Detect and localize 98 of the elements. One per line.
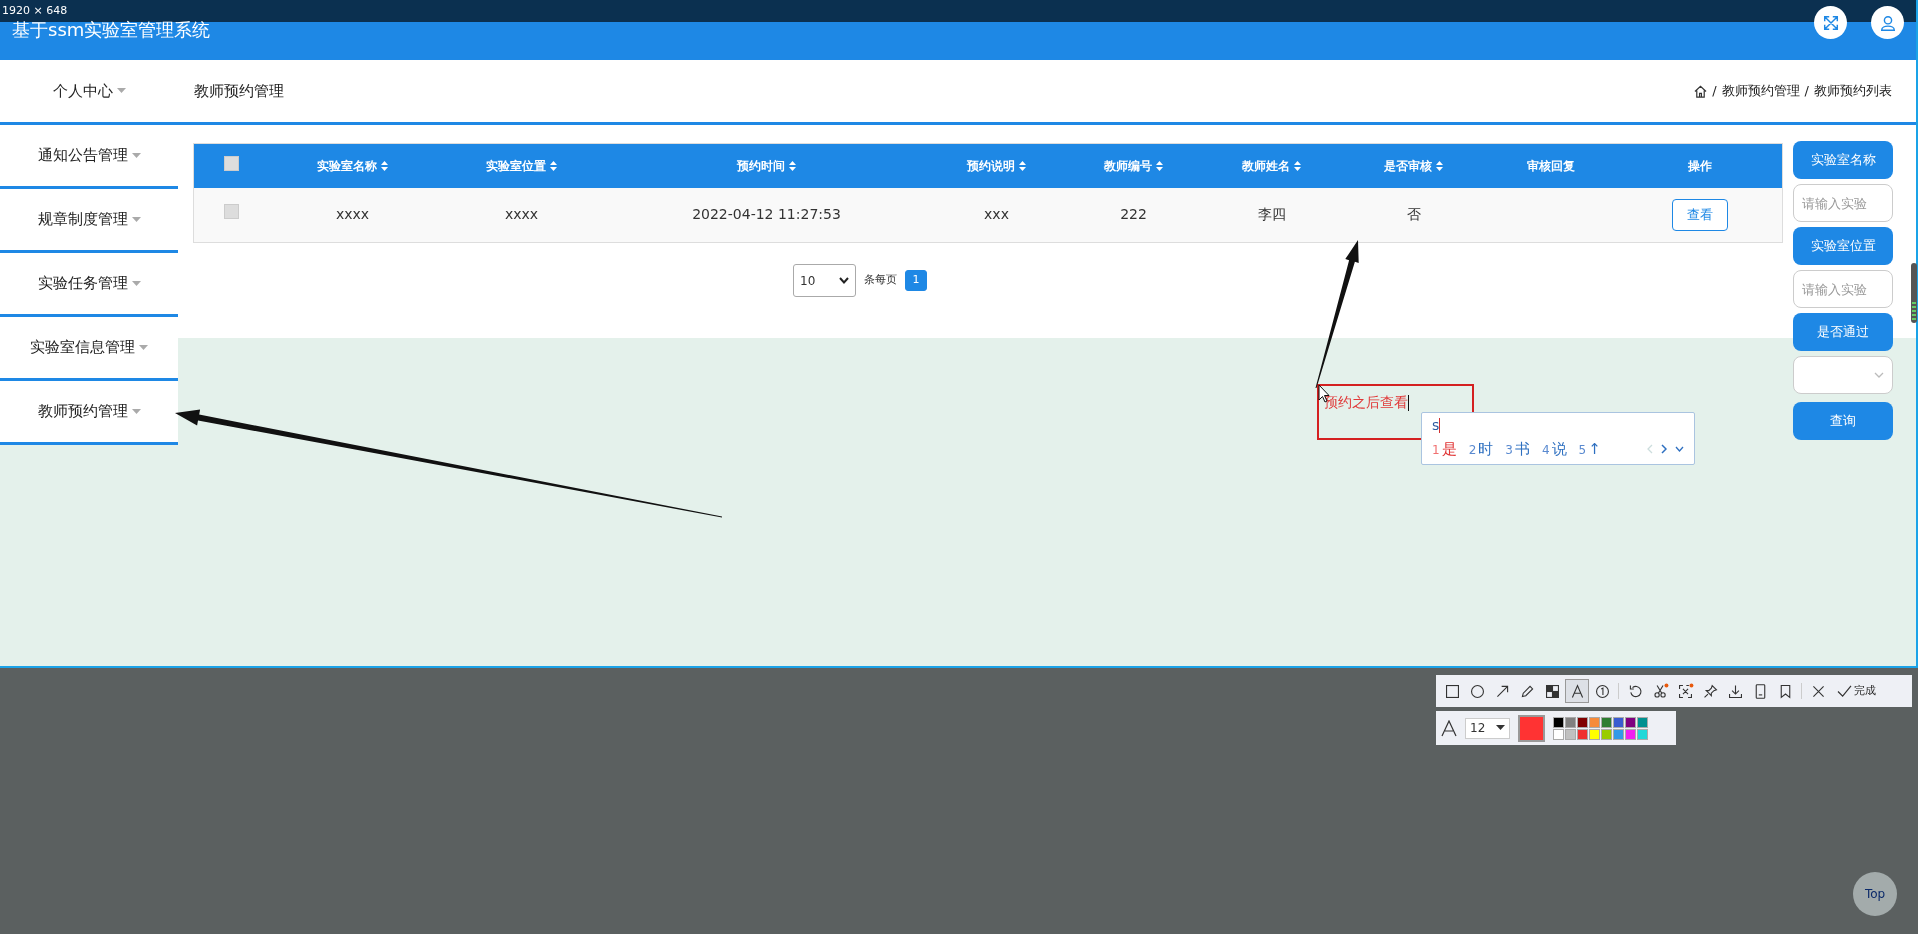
- sort-icon[interactable]: [1294, 160, 1301, 171]
- color-swatch[interactable]: [1577, 716, 1588, 728]
- breadcrumb-separator: /: [1712, 82, 1717, 101]
- tool-button[interactable]: [1565, 679, 1589, 703]
- caret-icon: [1496, 725, 1505, 731]
- column-header[interactable]: 实验室名称: [317, 156, 377, 175]
- text-cursor: [1408, 394, 1409, 411]
- color-swatch[interactable]: [1625, 716, 1636, 728]
- sort-icon[interactable]: [550, 160, 557, 171]
- column-header[interactable]: 预约说明: [967, 156, 1015, 175]
- filter-label-button[interactable]: 是否通过: [1793, 313, 1893, 351]
- chevron-down-icon: [839, 277, 849, 284]
- scissors-icon: [1651, 682, 1669, 700]
- column-header[interactable]: 实验室位置: [486, 156, 546, 175]
- checkbox[interactable]: [224, 204, 240, 220]
- font-size-dropdown[interactable]: 12: [1465, 717, 1510, 739]
- sidebar-item[interactable]: 教师预约管理: [0, 381, 178, 445]
- column-header[interactable]: 预约时间: [737, 156, 785, 175]
- annotation-text: 预约之后查看: [1324, 394, 1408, 410]
- caret-icon: [116, 88, 126, 94]
- color-swatch[interactable]: [1589, 728, 1600, 740]
- table-cell: xxx: [984, 206, 1009, 223]
- ime-candidate[interactable]: 3 书: [1505, 438, 1530, 461]
- filter-label-button[interactable]: 实验室位置: [1793, 227, 1893, 265]
- color-swatch[interactable]: [1637, 716, 1648, 728]
- table-cell: 李四: [1257, 206, 1286, 223]
- color-swatch[interactable]: [1637, 728, 1648, 740]
- sort-icon[interactable]: [1156, 160, 1163, 171]
- done-button[interactable]: 完成: [1835, 682, 1878, 700]
- color-swatch[interactable]: [1601, 716, 1612, 728]
- mosaic-icon: [1543, 682, 1561, 700]
- circle-icon: [1468, 682, 1486, 700]
- page-size-dropdown[interactable]: 10: [793, 264, 856, 297]
- column-header: 操作: [1687, 157, 1712, 175]
- input-field[interactable]: 请输入实验: [1793, 184, 1893, 222]
- table-cell: 2022-04-12 11:27:53: [692, 206, 841, 223]
- filter-label-button[interactable]: 实验室名称: [1793, 141, 1893, 179]
- sort-icon[interactable]: [1436, 160, 1443, 171]
- column-header: 审核回复: [1526, 157, 1575, 175]
- breadcrumb-link[interactable]: 教师预约管理: [1721, 81, 1800, 101]
- caret-icon: [139, 344, 148, 351]
- numbered-circle-icon: [1593, 682, 1611, 700]
- color-swatch[interactable]: [1601, 728, 1612, 740]
- ime-candidate[interactable]: 2 时: [1468, 438, 1494, 461]
- checkbox[interactable]: [224, 155, 240, 171]
- column-header[interactable]: 教师编号: [1104, 156, 1152, 175]
- chevron-down-icon: [1874, 372, 1884, 378]
- scrollbar-thumb[interactable]: [1911, 263, 1917, 323]
- sort-icon[interactable]: [789, 160, 796, 171]
- chevron-down-icon[interactable]: [1675, 446, 1684, 453]
- page-title: 教师预约管理: [194, 80, 284, 102]
- color-swatch[interactable]: [1613, 728, 1624, 740]
- page-size-label: 条每页: [864, 272, 897, 289]
- color-swatch[interactable]: [1577, 728, 1588, 740]
- user-icon[interactable]: [1871, 6, 1904, 39]
- view-button[interactable]: 查看: [1671, 199, 1728, 231]
- user-center-menu[interactable]: 个人中心: [52, 79, 126, 103]
- caret-icon: [131, 280, 141, 287]
- fullscreen-icon[interactable]: [1814, 6, 1847, 39]
- sort-icon[interactable]: [1019, 160, 1026, 171]
- color-swatch[interactable]: [1625, 728, 1636, 740]
- ime-candidate[interactable]: 1 是: [1432, 438, 1457, 461]
- ime-candidate[interactable]: 4 说: [1541, 438, 1567, 461]
- table-cell: xxxx: [335, 206, 370, 223]
- color-swatch[interactable]: [1565, 716, 1576, 728]
- capture-size-label: 1920 × 648: [2, 4, 68, 17]
- table-cell: 否: [1406, 206, 1421, 223]
- current-color-swatch[interactable]: [1518, 714, 1545, 742]
- ime-input-text: s: [1432, 416, 1440, 435]
- ime-candidate[interactable]: 5↑: [1578, 438, 1601, 461]
- search-button[interactable]: 查询: [1793, 402, 1893, 440]
- home-icon[interactable]: [1694, 84, 1708, 98]
- color-swatch[interactable]: [1589, 716, 1600, 728]
- table-cell: xxxx: [504, 206, 539, 223]
- caret-icon: [131, 152, 141, 159]
- app-title: 基于ssm实验室管理系统: [12, 20, 211, 40]
- back-to-top-button[interactable]: Top: [1853, 872, 1897, 916]
- page-button[interactable]: 1: [905, 270, 927, 291]
- color-swatch[interactable]: [1553, 716, 1564, 728]
- input-field[interactable]: 请输入实验: [1793, 270, 1893, 308]
- sort-icon[interactable]: [381, 160, 388, 171]
- square-icon: [1443, 682, 1461, 700]
- column-header[interactable]: 是否审核: [1384, 156, 1432, 175]
- caret-icon: [131, 408, 141, 415]
- caret-icon: [131, 216, 141, 223]
- check-icon: [1837, 684, 1852, 698]
- next-icon[interactable]: [1661, 444, 1667, 455]
- breadcrumb-link[interactable]: 教师预约列表: [1814, 81, 1892, 101]
- table-cell: 222: [1120, 206, 1147, 223]
- font-size-icon: [1441, 719, 1457, 737]
- breadcrumb-separator: /: [1804, 82, 1809, 101]
- color-swatch[interactable]: [1565, 728, 1576, 740]
- color-swatch[interactable]: [1613, 716, 1624, 728]
- text-cursor: [1439, 418, 1441, 433]
- color-swatch[interactable]: [1553, 728, 1564, 740]
- column-header[interactable]: 教师姓名: [1242, 156, 1290, 175]
- dropdown-field[interactable]: [1793, 356, 1893, 394]
- scan-icon: [1676, 682, 1694, 700]
